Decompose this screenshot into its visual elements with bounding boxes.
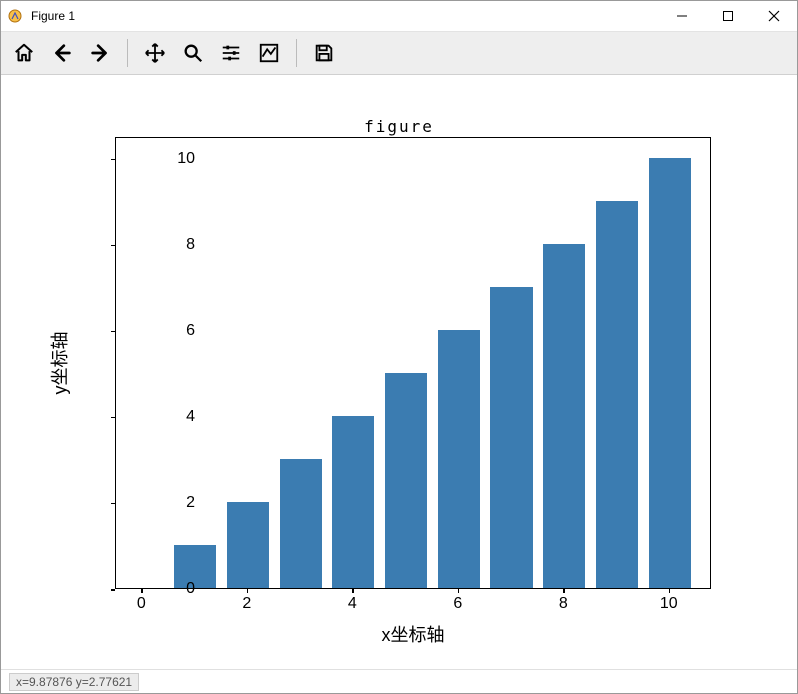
bar	[438, 330, 480, 588]
x-tick-mark	[247, 589, 249, 593]
toolbar-separator	[296, 39, 297, 67]
plot-canvas[interactable]: figure y坐标轴 x坐标轴 0 2 4 6 8 10 0 2 4 6 8 10	[1, 75, 797, 669]
window-title: Figure 1	[31, 9, 75, 23]
x-tick-label: 2	[242, 595, 251, 613]
y-tick-label: 8	[165, 236, 195, 254]
y-tick-label: 6	[165, 322, 195, 340]
y-tick-mark	[111, 159, 115, 161]
bar	[490, 287, 532, 588]
x-tick-mark	[352, 589, 354, 593]
forward-button[interactable]	[81, 34, 119, 72]
y-tick-mark	[111, 331, 115, 333]
pan-button[interactable]	[136, 34, 174, 72]
y-tick-label: 10	[165, 150, 195, 168]
y-tick-label: 0	[165, 580, 195, 598]
x-tick-label: 0	[137, 595, 146, 613]
configure-button[interactable]	[212, 34, 250, 72]
figure-window: Figure 1	[0, 0, 798, 694]
bar	[280, 459, 322, 588]
y-axis-label: y坐标轴	[46, 332, 72, 395]
x-tick-mark	[458, 589, 460, 593]
x-axis-label: x坐标轴	[382, 621, 445, 647]
bar	[332, 416, 374, 588]
x-tick-label: 10	[660, 595, 678, 613]
bar	[543, 244, 585, 588]
x-tick-mark	[141, 589, 143, 593]
x-tick-mark	[669, 589, 671, 593]
x-tick-label: 8	[559, 595, 568, 613]
chart-title: figure	[364, 117, 434, 136]
y-tick-mark	[111, 589, 115, 591]
x-tick-label: 6	[453, 595, 462, 613]
back-button[interactable]	[43, 34, 81, 72]
bar	[227, 502, 269, 588]
app-icon	[7, 8, 23, 24]
cursor-coords: x=9.87876 y=2.77621	[9, 673, 139, 691]
toolbar-separator	[127, 39, 128, 67]
edit-axis-button[interactable]	[250, 34, 288, 72]
zoom-button[interactable]	[174, 34, 212, 72]
x-tick-mark	[563, 589, 565, 593]
save-button[interactable]	[305, 34, 343, 72]
y-tick-label: 4	[165, 408, 195, 426]
x-tick-label: 4	[348, 595, 357, 613]
home-button[interactable]	[5, 34, 43, 72]
y-tick-mark	[111, 245, 115, 247]
bar	[596, 201, 638, 588]
statusbar: x=9.87876 y=2.77621	[1, 669, 797, 693]
plot-area	[115, 137, 711, 589]
minimize-button[interactable]	[659, 1, 705, 31]
y-tick-mark	[111, 417, 115, 419]
y-tick-mark	[111, 503, 115, 505]
maximize-button[interactable]	[705, 1, 751, 31]
toolbar	[1, 31, 797, 75]
close-button[interactable]	[751, 1, 797, 31]
titlebar: Figure 1	[1, 1, 797, 31]
bar	[649, 158, 691, 588]
bar	[385, 373, 427, 588]
y-tick-label: 2	[165, 494, 195, 512]
